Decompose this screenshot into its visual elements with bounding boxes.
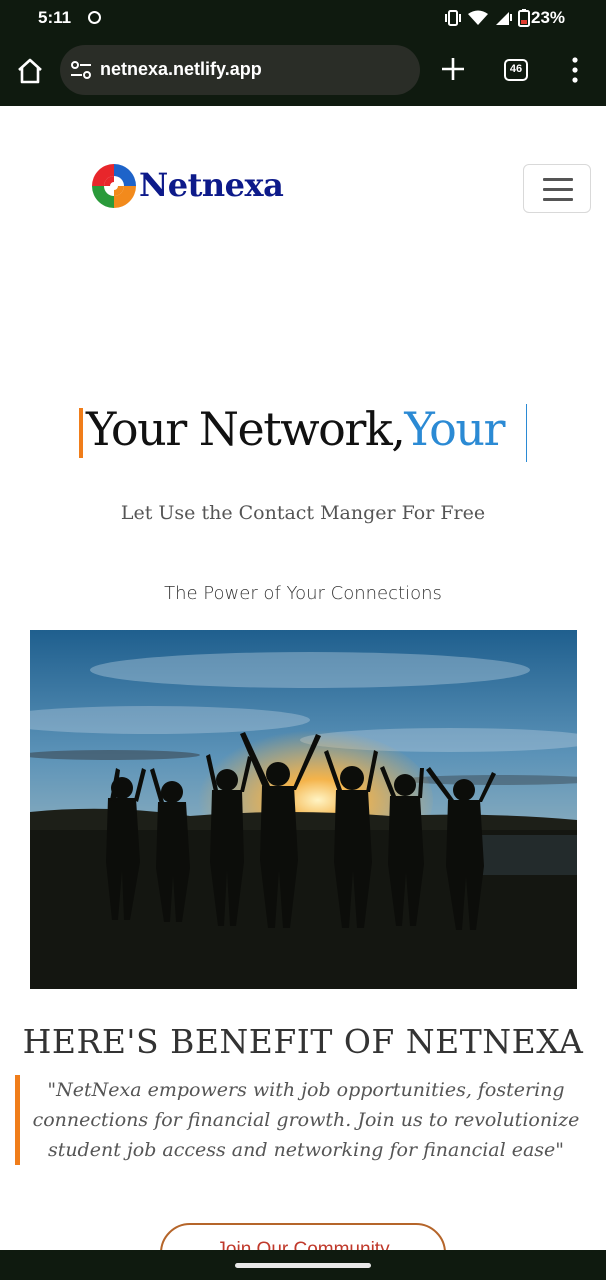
status-time: 5:11 — [38, 8, 72, 27]
more-menu-icon[interactable] — [566, 56, 584, 84]
url-text: netnexa.netlify.app — [100, 59, 262, 79]
typing-cursor-right — [526, 404, 527, 462]
hero-typed-text: Your Network,Your — [86, 402, 505, 456]
brand-name: Netnexa — [139, 166, 284, 204]
site-info-icon[interactable] — [70, 60, 92, 80]
hero-title: Your Network,Your — [0, 402, 606, 464]
site-logo[interactable]: Netnexa — [90, 162, 330, 212]
battery-icon — [518, 9, 530, 27]
home-icon[interactable] — [14, 55, 46, 87]
benefit-quote: "NetNexa empowers with job opportunities… — [32, 1079, 580, 1161]
logo-mark-icon — [92, 164, 136, 208]
browser-toolbar: netnexa.netlify.app 46 — [0, 36, 606, 106]
hero-title-part1: Your Network, — [86, 402, 406, 456]
menu-line-icon — [543, 178, 573, 181]
typing-cursor-left — [79, 408, 83, 458]
url-bar[interactable]: netnexa.netlify.app — [60, 45, 420, 95]
sunset-silhouette-photo — [30, 630, 577, 989]
menu-line-icon — [543, 198, 573, 201]
vibrate-icon — [445, 10, 461, 26]
home-gesture-handle[interactable] — [235, 1263, 371, 1268]
signal-icon — [496, 12, 512, 25]
battery-percent: 23% — [531, 8, 566, 27]
status-bar: 5:11 23% — [0, 0, 606, 36]
hero-tagline: The Power of Your Connections — [164, 583, 442, 604]
wifi-icon — [468, 10, 488, 25]
menu-line-icon — [543, 188, 573, 191]
benefit-title: HERE'S BENEFIT OF NETNEXA — [22, 1022, 584, 1061]
hero-subtitle: Let Use the Contact Manger For Free — [120, 502, 486, 524]
navigation-bar — [0, 1250, 606, 1280]
tab-switcher-button[interactable]: 46 — [504, 59, 528, 81]
new-tab-icon[interactable] — [440, 56, 466, 82]
hamburger-menu-button[interactable] — [523, 164, 591, 213]
whatsapp-icon — [88, 11, 101, 24]
quote-accent-bar — [15, 1075, 20, 1165]
hero-image — [30, 630, 577, 989]
hero-title-part2: Your — [404, 402, 505, 456]
status-icons — [444, 9, 530, 27]
